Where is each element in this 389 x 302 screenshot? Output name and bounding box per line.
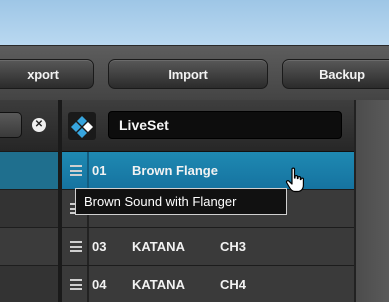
drag-handle-icon[interactable] (70, 165, 82, 176)
patch-number: 03 (92, 239, 107, 254)
left-panel-header: ✕ (0, 100, 58, 152)
boss-diamond-logo-icon (68, 112, 96, 140)
patch-number: 01 (92, 163, 107, 178)
row-separator (87, 152, 89, 189)
clear-icon[interactable]: ✕ (32, 118, 46, 132)
backup-button-label: Backup (319, 66, 365, 82)
backup-button[interactable]: Backup (282, 59, 389, 89)
export-button[interactable]: xport (0, 59, 94, 89)
patch-name: KATANA (132, 277, 185, 292)
toolbar: xport Import Backup (0, 45, 389, 100)
patch-tooltip: Brown Sound with Flanger (75, 188, 287, 215)
left-row[interactable] (0, 228, 58, 266)
right-panel-edge (354, 100, 389, 302)
patch-channel: CH3 (220, 239, 247, 254)
liveset-name: LiveSet (119, 117, 169, 133)
left-row[interactable] (0, 266, 58, 302)
window-title-bar (0, 0, 389, 45)
patch-name: KATANA (132, 239, 185, 254)
drag-handle-icon[interactable] (70, 279, 82, 290)
left-row[interactable] (0, 190, 58, 228)
liveset-name-field[interactable]: LiveSet (108, 111, 342, 139)
patch-name: Brown Flange (132, 163, 218, 178)
left-row[interactable] (0, 152, 58, 190)
drag-handle-icon[interactable] (70, 241, 82, 252)
left-panel: ✕ (0, 100, 58, 302)
patch-number: 04 (92, 277, 107, 292)
export-button-label: xport (27, 66, 59, 82)
row-separator (87, 266, 89, 302)
patch-row-04[interactable]: 04 KATANA CH4 (62, 266, 354, 302)
patch-channel: CH4 (220, 277, 247, 292)
hand-pointer-icon (285, 167, 304, 193)
left-search-field[interactable] (0, 112, 22, 138)
patch-row-03[interactable]: 03 KATANA CH3 (62, 228, 354, 266)
import-button[interactable]: Import (108, 59, 268, 89)
row-separator (87, 228, 89, 265)
tooltip-text: Brown Sound with Flanger (84, 194, 237, 209)
import-button-label: Import (168, 66, 208, 82)
patch-row-01[interactable]: 01 Brown Flange (62, 152, 354, 190)
liveset-header: LiveSet (62, 100, 354, 152)
